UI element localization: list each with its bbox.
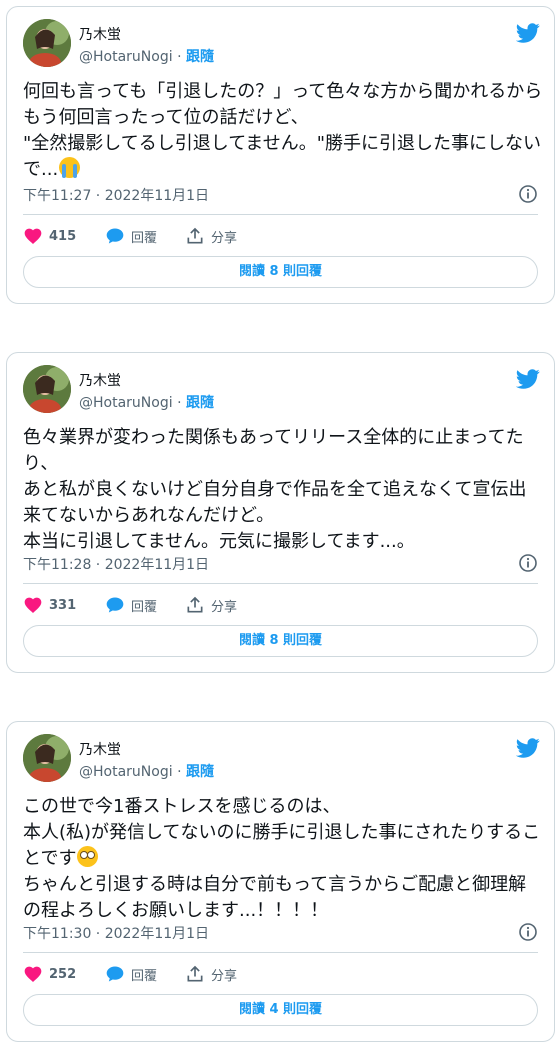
speech-bubble-icon xyxy=(106,228,124,244)
avatar[interactable] xyxy=(23,734,71,782)
read-replies-button[interactable]: 閱讀 8 則回覆 xyxy=(23,256,538,288)
like-count: 331 xyxy=(49,597,77,613)
tweet-card: 乃木蛍 @HotaruNogi · 跟隨 この世で今1番ストレスを感じるのは、 … xyxy=(6,721,555,1042)
user-handle[interactable]: @HotaruNogi xyxy=(79,764,173,780)
divider xyxy=(23,214,538,215)
separator: · xyxy=(177,49,182,65)
share-label: 分享 xyxy=(211,599,238,615)
follow-button[interactable]: 跟隨 xyxy=(186,764,214,780)
share-button[interactable]: 分享 xyxy=(185,963,237,985)
tweet-header: 乃木蛍 @HotaruNogi · 跟隨 xyxy=(23,19,540,67)
face-with-rolling-eyes-icon xyxy=(77,846,99,867)
twitter-bird-icon[interactable] xyxy=(516,21,540,45)
heart-icon xyxy=(24,966,42,982)
separator: · xyxy=(177,395,182,411)
info-icon[interactable] xyxy=(518,922,538,942)
share-icon xyxy=(187,596,203,613)
tweet-timestamp[interactable]: 下午11:27 · 2022年11月1日 xyxy=(23,188,209,204)
like-button[interactable]: 252 xyxy=(23,963,76,985)
share-label: 分享 xyxy=(211,230,238,246)
like-button[interactable]: 331 xyxy=(23,594,76,616)
display-name[interactable]: 乃木蛍 xyxy=(79,24,121,44)
info-icon[interactable] xyxy=(518,184,538,204)
heart-icon xyxy=(24,597,42,613)
follow-button[interactable]: 跟隨 xyxy=(186,395,214,411)
user-handle[interactable]: @HotaruNogi xyxy=(79,395,173,411)
share-icon xyxy=(187,965,203,982)
display-name[interactable]: 乃木蛍 xyxy=(79,739,121,759)
reply-button[interactable]: 回覆 xyxy=(105,594,157,616)
reply-label: 回覆 xyxy=(131,599,158,615)
reply-button[interactable]: 回覆 xyxy=(105,225,157,247)
separator: · xyxy=(177,764,182,780)
tweet-card: 乃木蛍 @HotaruNogi · 跟隨 色々業界が変わった関係もあってリリース… xyxy=(6,352,555,673)
reply-button[interactable]: 回覆 xyxy=(105,963,157,985)
divider xyxy=(23,952,538,953)
share-button[interactable]: 分享 xyxy=(185,594,237,616)
avatar[interactable] xyxy=(23,365,71,413)
twitter-bird-icon[interactable] xyxy=(516,367,540,391)
tweet-header: 乃木蛍 @HotaruNogi · 跟隨 xyxy=(23,365,540,413)
user-handle[interactable]: @HotaruNogi xyxy=(79,49,173,65)
read-replies-button[interactable]: 閱讀 4 則回覆 xyxy=(23,994,538,1026)
tweet-timestamp[interactable]: 下午11:30 · 2022年11月1日 xyxy=(23,926,209,942)
display-name[interactable]: 乃木蛍 xyxy=(79,370,121,390)
follow-button[interactable]: 跟隨 xyxy=(186,49,214,65)
tweet-text: 色々業界が変わった関係もあってリリース全体的に止まってたり、 あと私が良くないけ… xyxy=(23,427,527,552)
loudly-crying-face-icon xyxy=(59,157,81,178)
tweet-timestamp[interactable]: 下午11:28 · 2022年11月1日 xyxy=(23,557,209,573)
share-button[interactable]: 分享 xyxy=(185,225,237,247)
reply-label: 回覆 xyxy=(131,968,158,984)
heart-icon xyxy=(24,228,42,244)
like-button[interactable]: 415 xyxy=(23,225,76,247)
speech-bubble-icon xyxy=(106,966,124,982)
speech-bubble-icon xyxy=(106,597,124,613)
tweet-header: 乃木蛍 @HotaruNogi · 跟隨 xyxy=(23,734,540,782)
reply-label: 回覆 xyxy=(131,230,158,246)
like-count: 415 xyxy=(49,228,77,244)
read-replies-button[interactable]: 閱讀 8 則回覆 xyxy=(23,625,538,657)
tweet-card: 乃木蛍 @HotaruNogi · 跟隨 何回も言っても「引退したの？」って色々… xyxy=(6,6,555,304)
twitter-bird-icon[interactable] xyxy=(516,736,540,760)
tweet-text: 何回も言っても「引退したの？」って色々な方から聞かれるからもう何回言ったって位の… xyxy=(23,81,543,180)
tweet-text: この世で今1番ストレスを感じるのは、 本人(私)が発信してないのに勝手に引退した… xyxy=(23,796,541,921)
share-label: 分享 xyxy=(211,968,238,984)
like-count: 252 xyxy=(49,966,77,982)
info-icon[interactable] xyxy=(518,553,538,573)
avatar[interactable] xyxy=(23,19,71,67)
share-icon xyxy=(187,227,203,244)
divider xyxy=(23,583,538,584)
